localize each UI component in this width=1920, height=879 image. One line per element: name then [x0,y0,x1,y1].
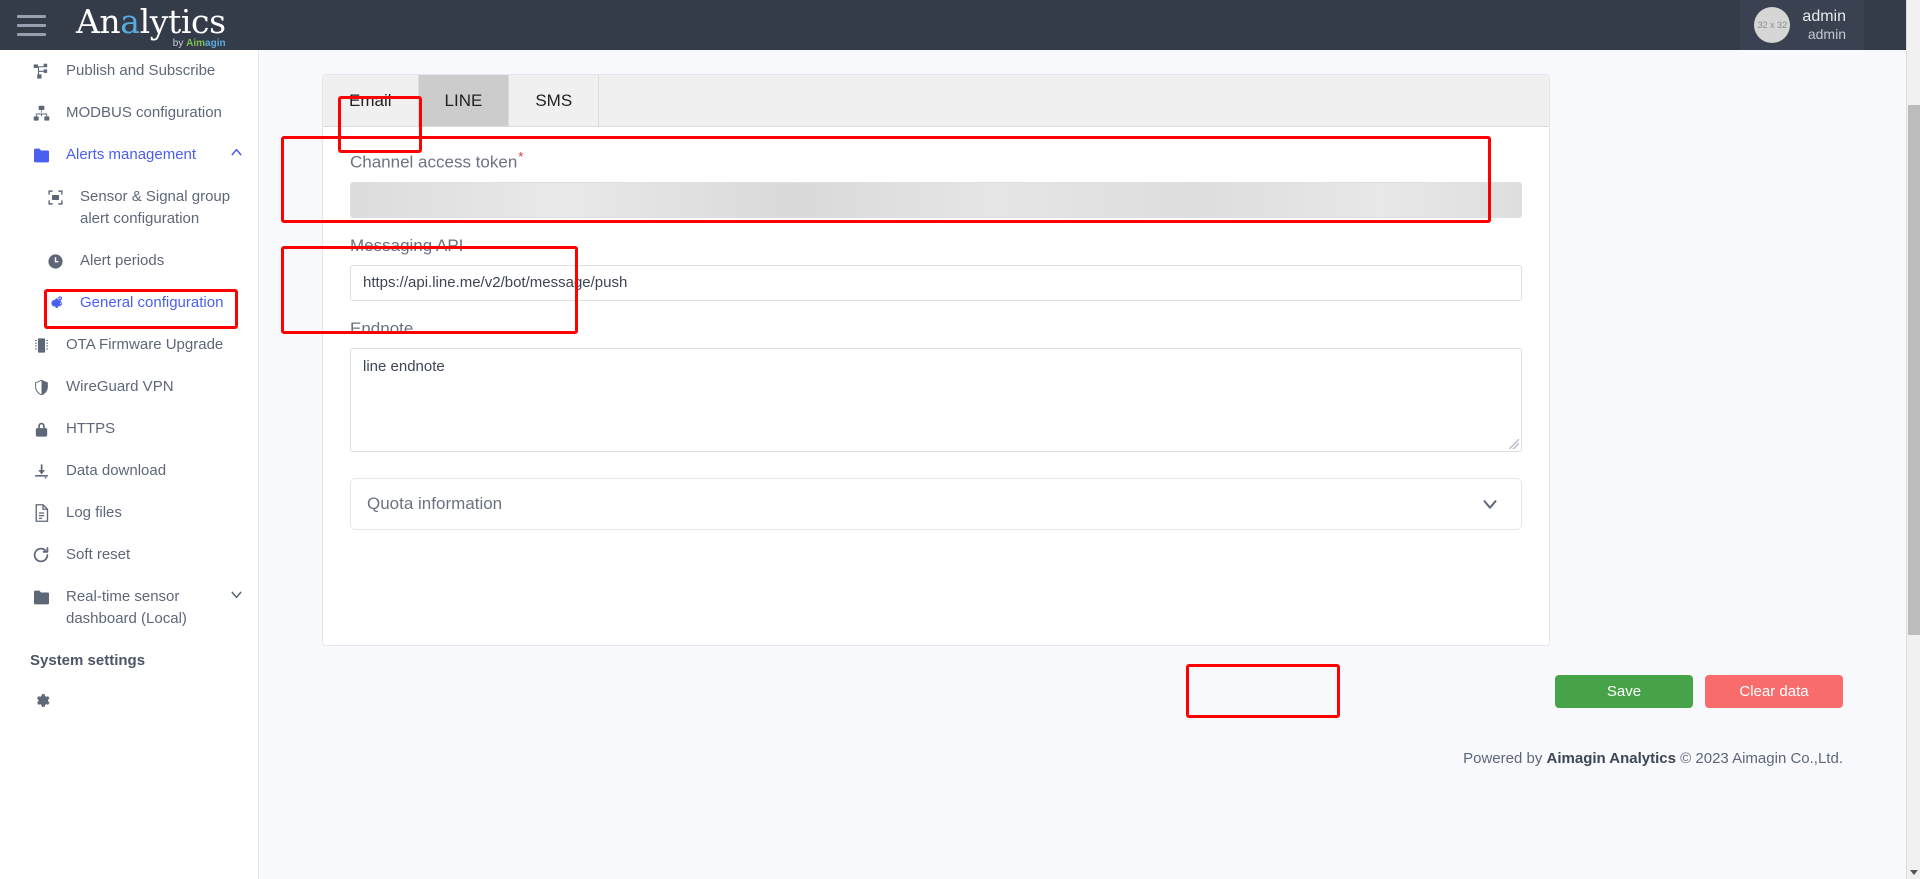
sidebar-item-label: Sensor & Signal group alert configuratio… [80,188,231,227]
tab-email[interactable]: Email [323,75,419,126]
quota-information-label: Quota information [367,493,503,513]
channel-access-token-field: Channel access token* [350,149,1522,218]
sidebar-section-system-settings: System settings [30,652,146,669]
folder-icon [30,586,52,608]
main-content: Email LINE SMS Channel access token* Mes… [259,50,1906,879]
chevron-up-icon[interactable] [228,144,246,161]
chevron-down-icon[interactable] [228,586,246,603]
clear-data-button[interactable]: Clear data [1705,675,1843,708]
notification-channel-tabs: Email LINE SMS [323,75,1549,127]
footer-prefix: Powered by [1463,750,1547,767]
sidebar-item-real-time-sensor-dashboard-local[interactable]: Real-time sensor dashboard (Local) [0,576,258,640]
user-name-block: admin admin [1802,8,1846,42]
tab-sms[interactable]: SMS [509,75,600,126]
sidebar-item-label: HTTPS [66,420,116,437]
refresh-icon [30,544,52,566]
sidebar-item-ota-firmware-upgrade[interactable]: OTA Firmware Upgrade [0,324,258,366]
endnote-textarea[interactable]: line endnote [350,347,1522,452]
sidebar-item-general-configuration[interactable]: General configuration [0,282,258,324]
sidebar-item-https[interactable]: HTTPS [0,408,258,450]
scrollbar-thumb[interactable] [1908,105,1920,635]
sidebar-item-alert-periods[interactable]: Alert periods [0,240,258,282]
sidebar-item-label: OTA Firmware Upgrade [66,336,224,353]
logo-suffix: lytics [139,2,226,41]
sidebar-item-label: WireGuard VPN [66,378,174,395]
channel-access-token-label-text: Channel access token [350,152,518,172]
sidebar-item-wireguard-vpn[interactable]: WireGuard VPN [0,366,258,408]
hamburger-icon[interactable] [14,14,60,36]
sidebar-item-label: MODBUS configuration [66,104,222,121]
logo-sub-brand-b: agin [205,38,226,49]
logo-sub-brand-a: Aim [186,38,206,49]
sidebar-item-label: Alerts management [66,146,197,163]
sidebar-item-sensor-signal-group-alert-configuration[interactable]: Sensor & Signal group alert configuratio… [0,176,258,240]
user-primary-name: admin [1802,7,1846,25]
line-settings-card: Email LINE SMS Channel access token* Mes… [322,74,1550,646]
sidebar-item-modbus-configuration[interactable]: MODBUS configuration [0,92,258,134]
gears-icon [44,292,66,314]
sidebar-item-partial[interactable] [0,679,258,721]
quota-information-accordion[interactable]: Quota information [350,477,1522,530]
sidebar-item-data-download[interactable]: Data download [0,450,258,492]
page-scrollbar[interactable] [1906,0,1920,879]
app-logo[interactable]: Analytics by Aimagin [76,0,226,50]
footer-brand: Aimagin Analytics [1546,750,1676,767]
channel-access-token-input[interactable] [350,181,1522,218]
file-lines-icon [30,502,52,524]
user-menu[interactable]: 32 x 32 admin admin [1740,0,1864,50]
form-actions: Save Clear data [1555,675,1843,708]
user-secondary-name: admin [1807,26,1846,43]
shield-icon [30,376,52,398]
gear-icon [30,689,52,711]
messaging-api-field: Messaging API https://api.line.me/v2/bot… [350,236,1522,301]
scroll-down-arrow-icon[interactable] [1910,870,1918,875]
sidebar-item-label: Publish and Subscribe [66,62,216,79]
sidebar-item-label: General configuration [80,294,224,311]
highlight-save-button [1186,664,1340,718]
sidebar-item-label: Real-time sensor dashboard (Local) [66,588,187,627]
sidebar-item-soft-reset[interactable]: Soft reset [0,534,258,576]
tab-line[interactable]: LINE [418,75,510,126]
sidebar-item-label: Alert periods [80,252,165,269]
channel-access-token-label: Channel access token* [350,149,523,173]
chevron-down-icon [1479,493,1501,515]
footer-suffix: © 2023 Aimagin Co.,Ltd. [1676,750,1843,767]
download-icon [30,460,52,482]
endnote-field: Endnote line endnote [350,319,1522,452]
clock-icon [44,250,66,272]
messaging-api-input[interactable]: https://api.line.me/v2/bot/message/push [350,264,1522,301]
chip-icon [30,334,52,356]
logo-sub-by: by [172,38,187,49]
footer-credit: Powered by Aimagin Analytics © 2023 Aima… [1463,750,1843,767]
sidebar: Publish and Subscribe MODBUS configuratio… [0,50,259,879]
sidebar-item-publish-and-subscribe[interactable]: Publish and Subscribe [0,50,258,92]
tabbar-filler [599,75,1549,126]
sidebar-item-alerts-management[interactable]: Alerts management [0,134,258,176]
save-button[interactable]: Save [1555,675,1693,708]
folder-icon [30,144,52,166]
endnote-label: Endnote [350,318,414,338]
sidebar-nav: Publish and Subscribe MODBUS configuratio… [0,50,258,640]
top-header: Analytics by Aimagin 32 x 32 admin admin [0,0,1906,50]
resize-handle-icon[interactable] [1509,438,1519,449]
endnote-value: line endnote [363,357,445,375]
network-icon [30,102,52,124]
sidebar-item-label: Log files [66,504,122,521]
avatar: 32 x 32 [1754,7,1791,43]
line-form: Channel access token* Messaging API http… [323,127,1549,530]
app-root: Analytics by Aimagin 32 x 32 admin admin… [0,0,1920,879]
logo-accent-letter: a [120,2,140,41]
lock-icon [30,418,52,440]
required-asterisk: * [518,149,524,164]
logo-prefix: An [76,2,121,41]
logo-subtitle: by Aimagin [173,38,226,49]
messaging-api-label: Messaging API [350,235,464,255]
share-nodes-icon [30,60,52,82]
sidebar-item-log-files[interactable]: Log files [0,492,258,534]
sidebar-item-label: Data download [66,462,167,479]
sensor-frame-icon [44,186,66,208]
sidebar-item-label: Soft reset [66,546,131,563]
